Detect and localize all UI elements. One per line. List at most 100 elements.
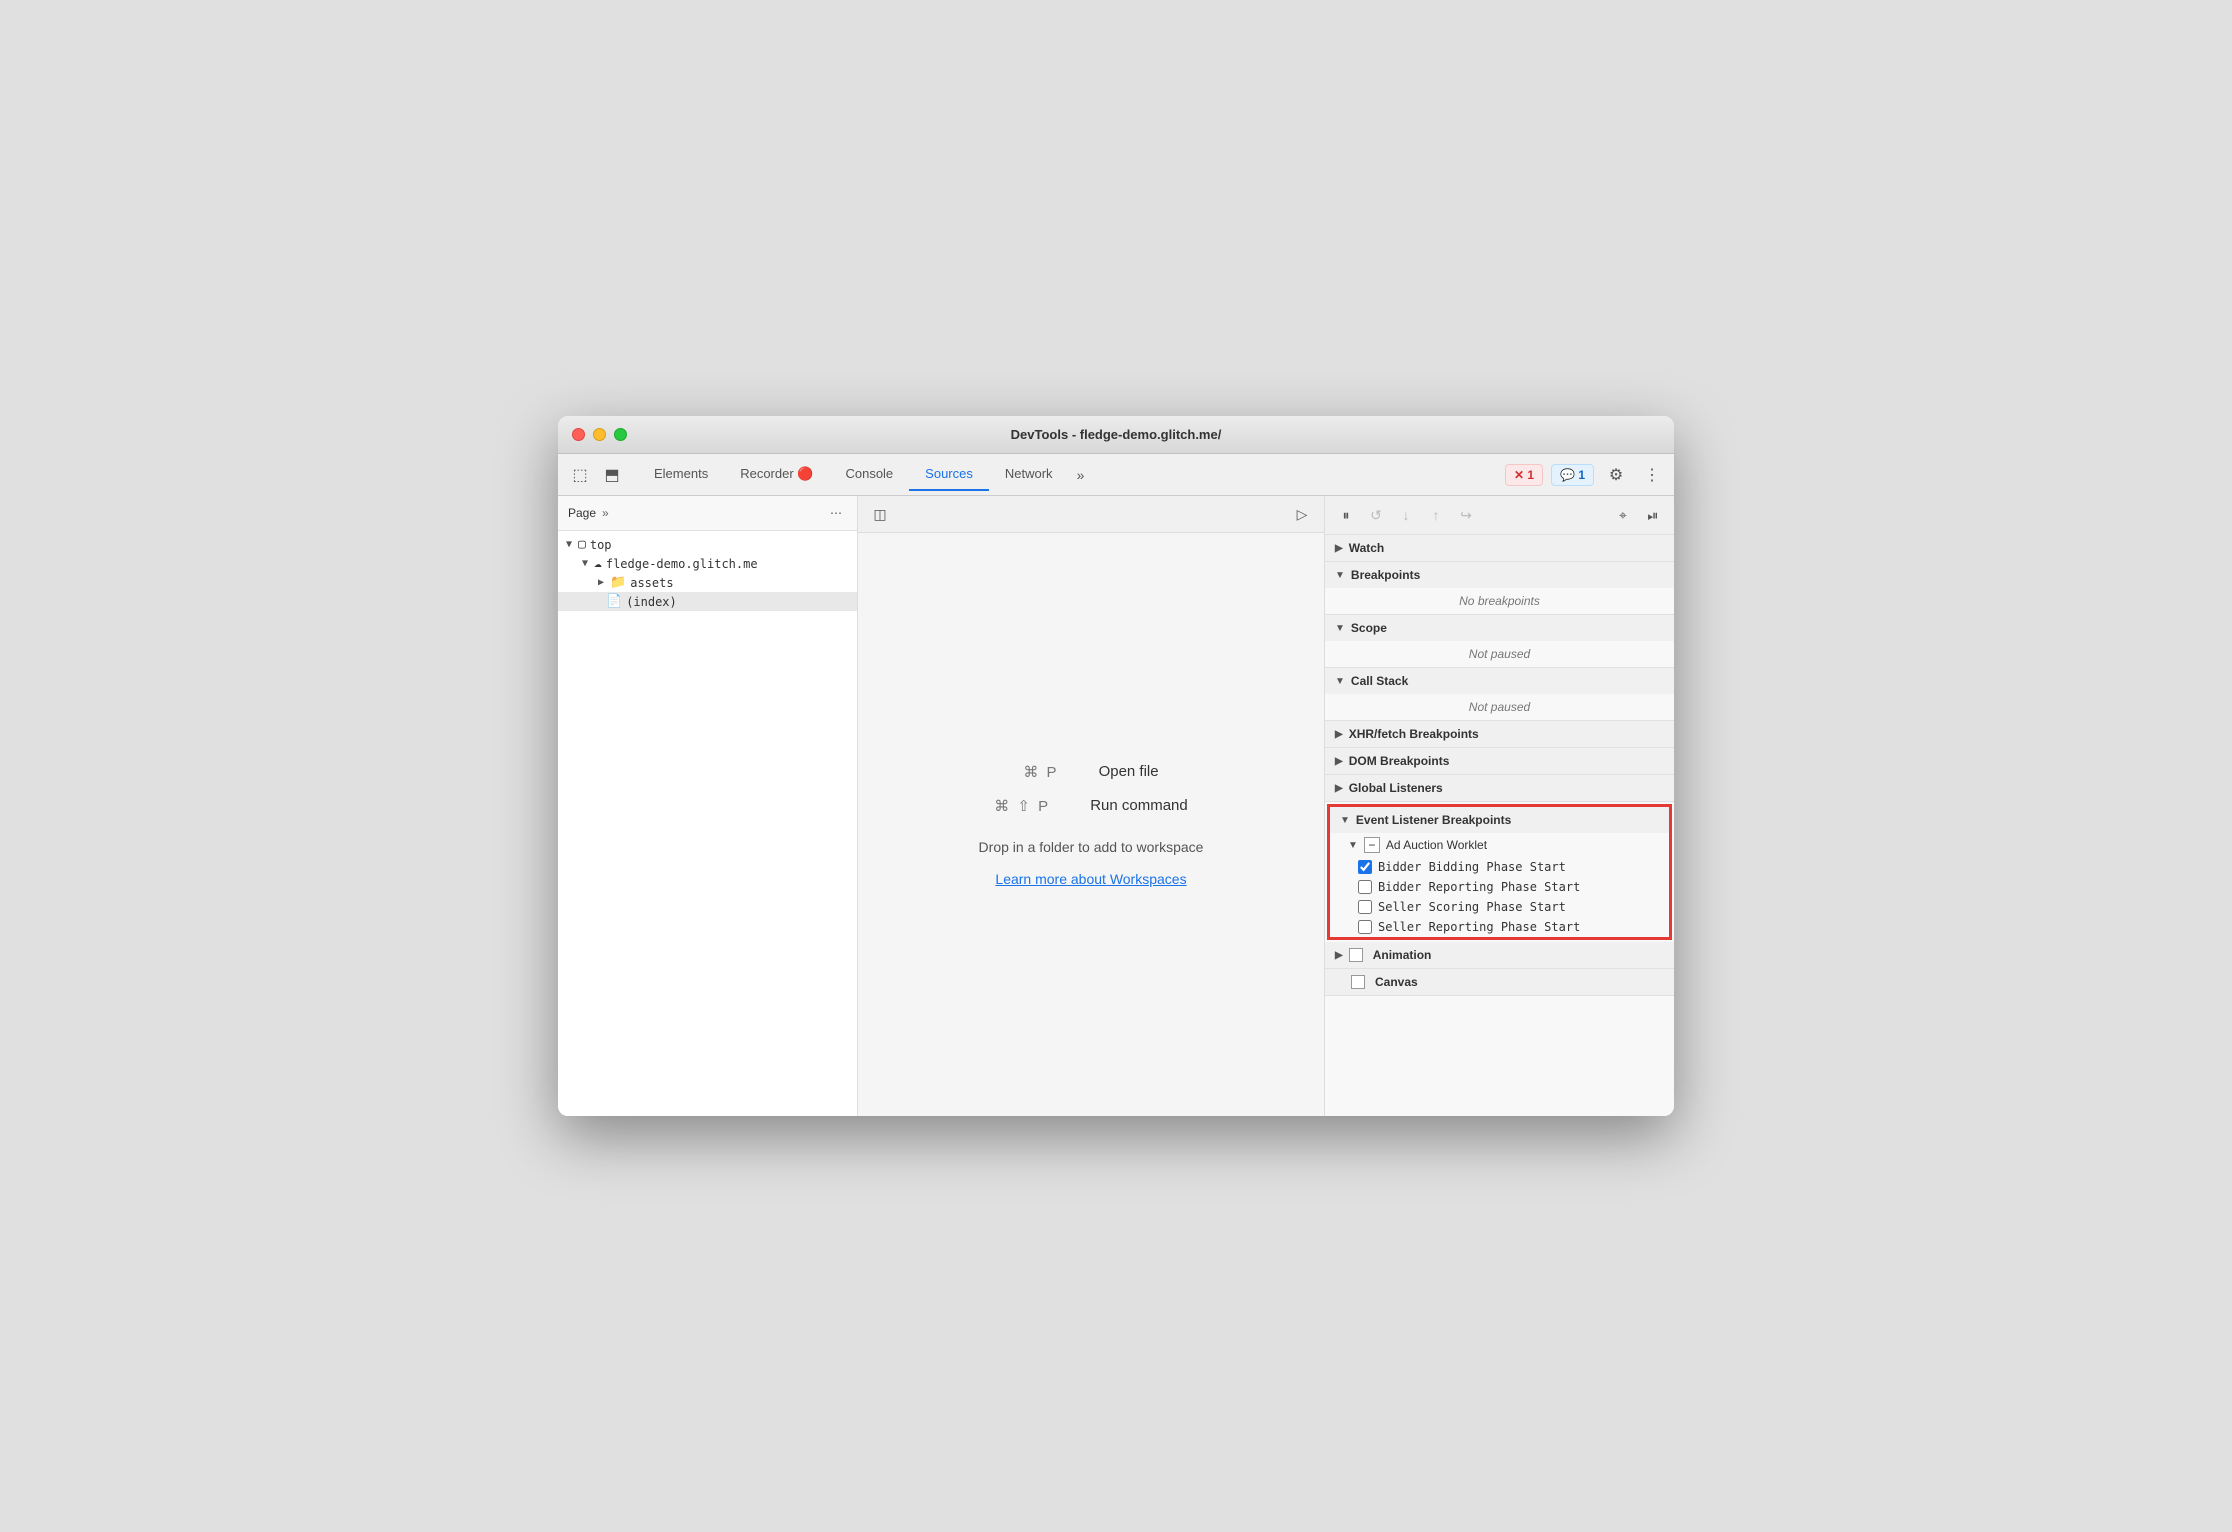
scope-header[interactable]: ▼ Scope xyxy=(1325,615,1674,641)
dom-arrow: ▶ xyxy=(1335,756,1343,767)
step-out-button[interactable]: ↑ xyxy=(1423,502,1449,528)
workspace-link[interactable]: Learn more about Workspaces xyxy=(995,871,1186,887)
new-folder-icon[interactable]: ⋯ xyxy=(825,502,847,524)
tab-bar-actions: ✕ 1 💬 1 ⚙ ⋮ xyxy=(1505,461,1666,489)
shortcut-run-command: ⌘ ⇧ P Run command xyxy=(994,797,1187,815)
tab-elements[interactable]: Elements xyxy=(638,458,724,491)
checkbox-seller-scoring[interactable]: Seller Scoring Phase Start xyxy=(1330,897,1669,917)
call-stack-arrow: ▼ xyxy=(1335,676,1345,687)
checkbox-bidder-bidding[interactable]: Bidder Bidding Phase Start xyxy=(1330,857,1669,877)
breakpoints-arrow: ▼ xyxy=(1335,570,1345,581)
scope-section: ▼ Scope Not paused xyxy=(1325,615,1674,668)
file-panel: Page » ⋯ ▼ ▢ top ▼ ☁ fledge-demo.glitch.… xyxy=(558,496,858,1116)
step-over-button[interactable]: ↺ xyxy=(1363,502,1389,528)
call-stack-header[interactable]: ▼ Call Stack xyxy=(1325,668,1674,694)
animation-header[interactable]: ▶ Animation xyxy=(1325,942,1674,968)
scope-label: Scope xyxy=(1351,621,1387,635)
tab-recorder[interactable]: Recorder 🔴 xyxy=(724,458,829,492)
call-stack-label: Call Stack xyxy=(1351,674,1408,688)
maximize-button[interactable] xyxy=(614,428,627,441)
traffic-lights xyxy=(572,428,627,441)
editor-panel: ◫ ▷ ⌘ P Open file ⌘ ⇧ P Run command Drop… xyxy=(858,496,1324,1116)
tab-network[interactable]: Network xyxy=(989,458,1069,491)
title-bar: DevTools - fledge-demo.glitch.me/ xyxy=(558,416,1674,454)
event-listener-arrow: ▼ xyxy=(1340,815,1350,826)
tab-console[interactable]: Console xyxy=(829,458,909,491)
run-command-label: Run command xyxy=(1090,797,1188,814)
ad-auction-header[interactable]: ▼ − Ad Auction Worklet xyxy=(1330,833,1669,857)
step-button[interactable]: ↪ xyxy=(1453,502,1479,528)
dom-breakpoints-header[interactable]: ▶ DOM Breakpoints xyxy=(1325,748,1674,774)
watch-label: Watch xyxy=(1349,541,1385,555)
ad-auction-arrow: ▼ xyxy=(1348,840,1358,851)
file-panel-header: Page » ⋯ xyxy=(558,496,857,531)
sidebar-toggle-icon[interactable]: ◫ xyxy=(866,500,894,528)
checkbox-seller-reporting[interactable]: Seller Reporting Phase Start xyxy=(1330,917,1669,937)
dom-breakpoints-section: ▶ DOM Breakpoints xyxy=(1325,748,1674,775)
scope-arrow: ▼ xyxy=(1335,623,1345,634)
minimize-button[interactable] xyxy=(593,428,606,441)
tree-item-assets[interactable]: ▶ 📁 assets xyxy=(558,573,857,592)
call-stack-section: ▼ Call Stack Not paused xyxy=(1325,668,1674,721)
event-listener-label: Event Listener Breakpoints xyxy=(1356,813,1511,827)
pause-button[interactable]: ⏸ xyxy=(1333,502,1359,528)
checkbox-bidder-reporting[interactable]: Bidder Reporting Phase Start xyxy=(1330,877,1669,897)
settings-icon[interactable]: ⚙ xyxy=(1602,461,1630,489)
shortcut-open-file: ⌘ P Open file xyxy=(1023,763,1158,781)
info-badge[interactable]: 💬 1 xyxy=(1551,464,1594,486)
close-button[interactable] xyxy=(572,428,585,441)
step-into-button[interactable]: ↓ xyxy=(1393,502,1419,528)
editor-toolbar: ◫ ▷ xyxy=(858,496,1324,533)
main-content: Page » ⋯ ▼ ▢ top ▼ ☁ fledge-demo.glitch.… xyxy=(558,496,1674,1116)
seller-reporting-checkbox[interactable] xyxy=(1358,920,1372,934)
tab-bar: ⬚ ⬒ Elements Recorder 🔴 Console Sources … xyxy=(558,454,1674,496)
dom-label: DOM Breakpoints xyxy=(1349,754,1450,768)
more-tabs-button[interactable]: » xyxy=(1069,463,1093,487)
watch-header[interactable]: ▶ Watch xyxy=(1325,535,1674,561)
cursor-icon[interactable]: ⬚ xyxy=(566,461,594,489)
panel-actions: ⋯ xyxy=(825,502,847,524)
bidder-bidding-checkbox[interactable] xyxy=(1358,860,1372,874)
breakpoints-header[interactable]: ▼ Breakpoints xyxy=(1325,562,1674,588)
debugger-panel: ⏸ ↺ ↓ ↑ ↪ ⌖ ⏯ ▶ Watch ▼ Breakpoi xyxy=(1324,496,1674,1116)
event-listener-header[interactable]: ▼ Event Listener Breakpoints xyxy=(1330,807,1669,833)
canvas-header[interactable]: Canvas xyxy=(1325,969,1674,995)
panel-more-icon[interactable]: » xyxy=(602,506,609,520)
page-tab[interactable]: Page xyxy=(568,506,596,520)
tree-item-fledge[interactable]: ▼ ☁ fledge-demo.glitch.me xyxy=(558,554,857,573)
event-listener-section: ▼ Event Listener Breakpoints ▼ − Ad Auct… xyxy=(1327,804,1672,940)
watch-arrow: ▶ xyxy=(1335,543,1343,554)
run-command-keys: ⌘ ⇧ P xyxy=(994,797,1050,815)
global-listeners-arrow: ▶ xyxy=(1335,783,1343,794)
tree-item-index[interactable]: 📄 (index) xyxy=(558,592,857,611)
debugger-toolbar: ⏸ ↺ ↓ ↑ ↪ ⌖ ⏯ xyxy=(1325,496,1674,535)
global-listeners-label: Global Listeners xyxy=(1349,781,1443,795)
open-file-label: Open file xyxy=(1099,763,1159,780)
seller-scoring-checkbox[interactable] xyxy=(1358,900,1372,914)
deactivate-breakpoints-icon[interactable]: ⌖ xyxy=(1610,502,1636,528)
scope-content: Not paused xyxy=(1325,641,1674,667)
tree-item-top[interactable]: ▼ ▢ top xyxy=(558,535,857,554)
breakpoints-section: ▼ Breakpoints No breakpoints xyxy=(1325,562,1674,615)
tab-sources[interactable]: Sources xyxy=(909,458,989,491)
xhr-header[interactable]: ▶ XHR/fetch Breakpoints xyxy=(1325,721,1674,747)
global-listeners-header[interactable]: ▶ Global Listeners xyxy=(1325,775,1674,801)
device-icon[interactable]: ⬒ xyxy=(598,461,626,489)
xhr-label: XHR/fetch Breakpoints xyxy=(1349,727,1479,741)
toolbar-icons: ⬚ ⬒ xyxy=(566,461,626,489)
bidder-bidding-label: Bidder Bidding Phase Start xyxy=(1378,860,1566,874)
error-badge[interactable]: ✕ 1 xyxy=(1505,464,1543,486)
editor-content: ⌘ P Open file ⌘ ⇧ P Run command Drop in … xyxy=(858,533,1324,1116)
global-listeners-section: ▶ Global Listeners xyxy=(1325,775,1674,802)
xhr-section: ▶ XHR/fetch Breakpoints xyxy=(1325,721,1674,748)
dont-pause-exceptions-icon[interactable]: ⏯ xyxy=(1640,502,1666,528)
more-options-icon[interactable]: ⋮ xyxy=(1638,461,1666,489)
animation-arrow: ▶ xyxy=(1335,950,1343,961)
xhr-arrow: ▶ xyxy=(1335,729,1343,740)
workspace-drop-text: Drop in a folder to add to workspace xyxy=(979,839,1204,855)
open-file-keys: ⌘ P xyxy=(1023,763,1058,781)
run-icon[interactable]: ▷ xyxy=(1288,500,1316,528)
bidder-reporting-checkbox[interactable] xyxy=(1358,880,1372,894)
bidder-reporting-label: Bidder Reporting Phase Start xyxy=(1378,880,1580,894)
seller-reporting-label: Seller Reporting Phase Start xyxy=(1378,920,1580,934)
